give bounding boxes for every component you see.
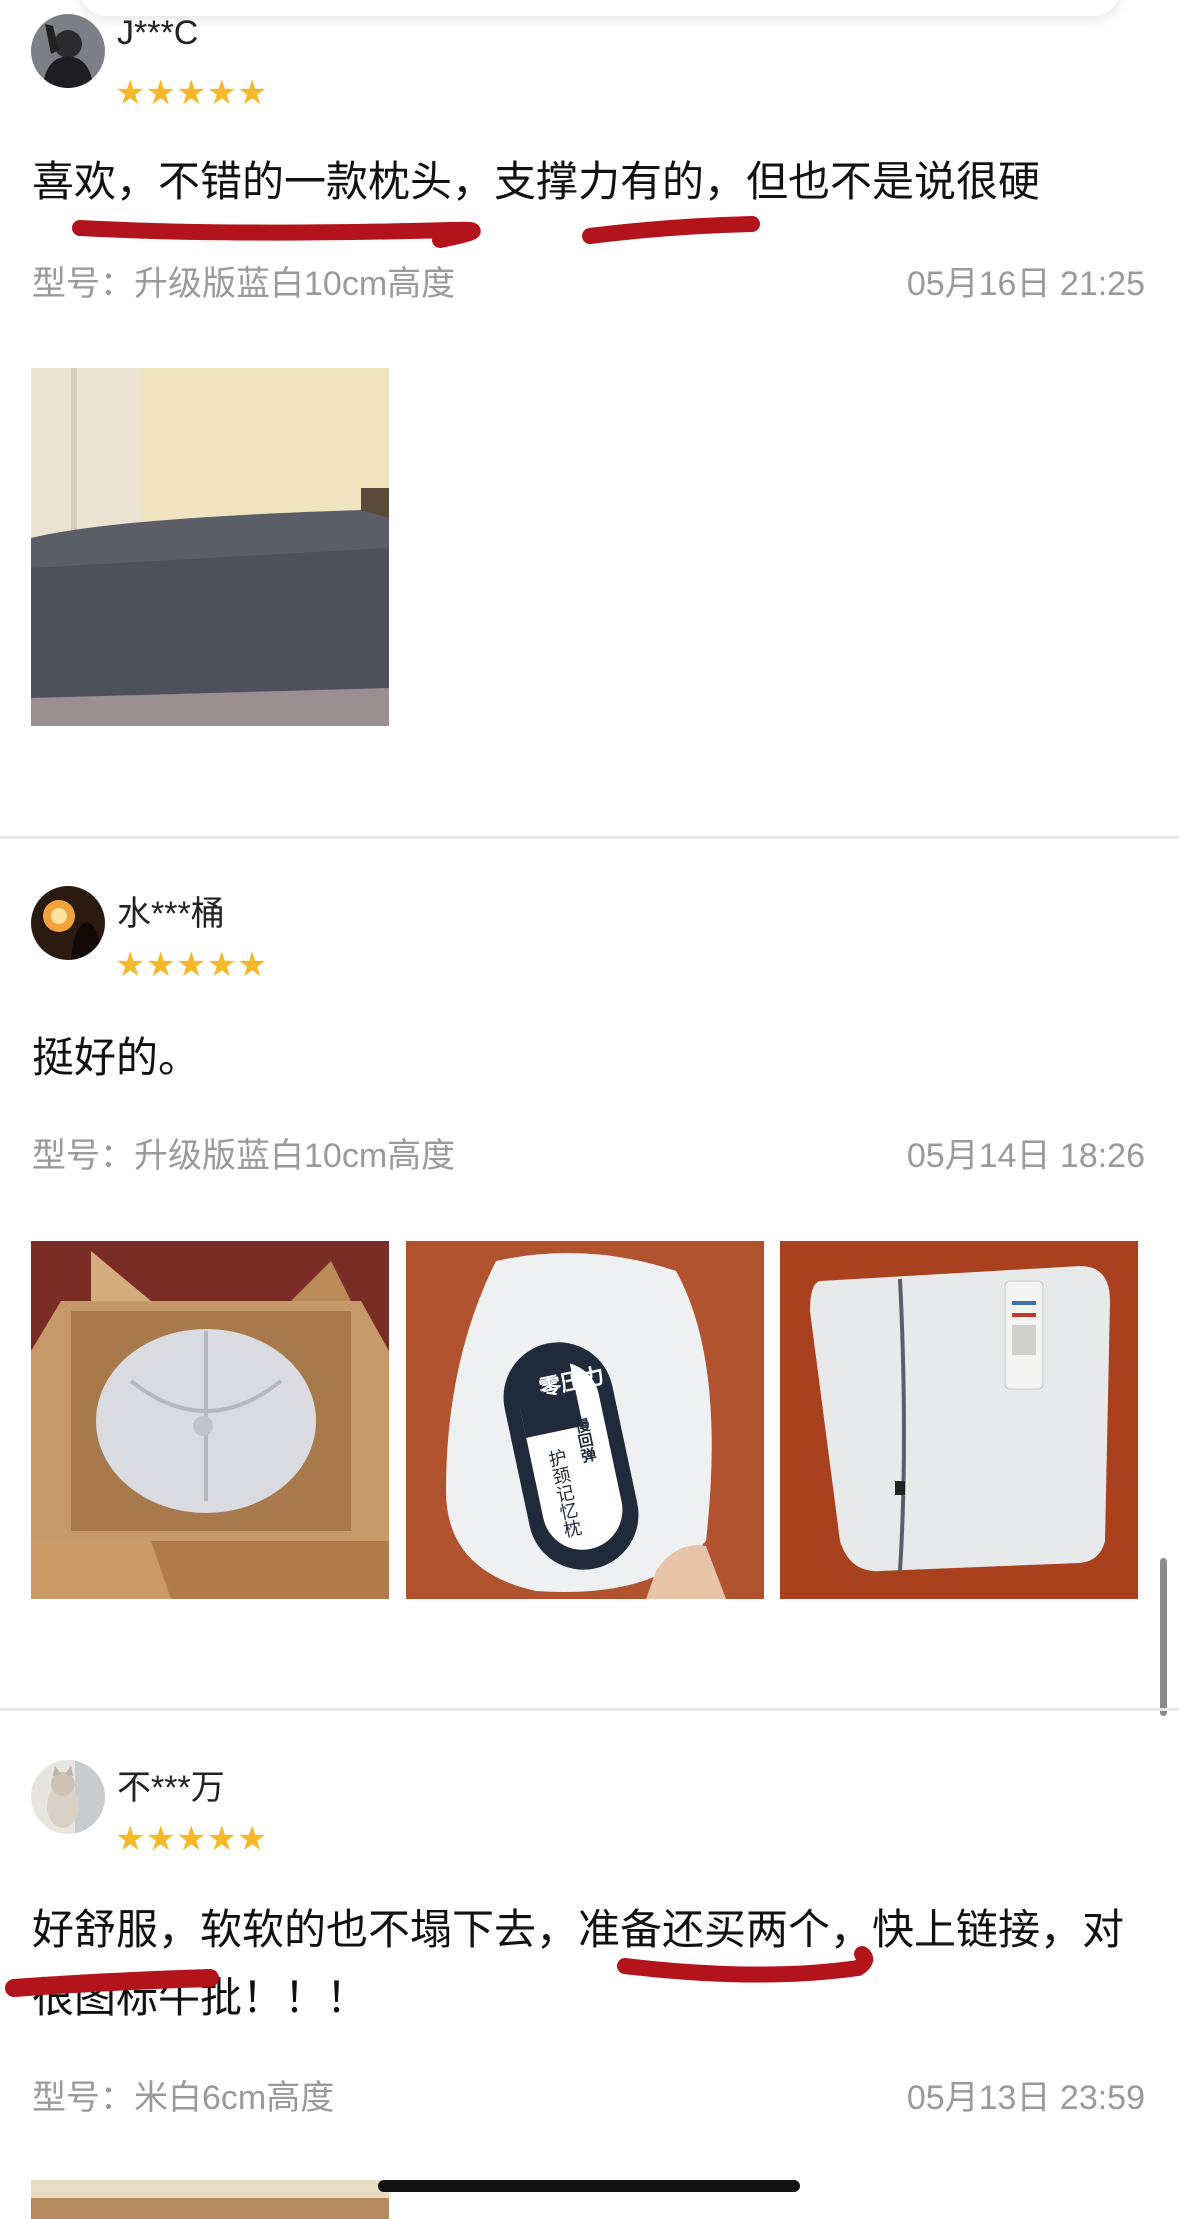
review-divider bbox=[0, 836, 1179, 839]
review-text: 挺好的。 bbox=[32, 1034, 201, 1081]
username: 水***桶 bbox=[117, 895, 225, 933]
review-date: 05月14日 18:26 bbox=[906, 1137, 1145, 1175]
star-icon: ★★★★★ bbox=[115, 1820, 268, 1858]
star-rating: ★★★★★ bbox=[115, 1822, 267, 1856]
review-divider bbox=[0, 1708, 1179, 1711]
review-date: 05月16日 21:25 bbox=[906, 265, 1145, 303]
star-rating: ★★★★★ bbox=[115, 948, 267, 982]
review-photo[interactable] bbox=[780, 1241, 1138, 1599]
review-photo[interactable] bbox=[31, 368, 389, 726]
review-date: 05月13日 23:59 bbox=[906, 2079, 1145, 2117]
avatar[interactable] bbox=[31, 14, 105, 88]
star-rating: ★★★★★ bbox=[115, 76, 267, 110]
review-text: 好舒服，软软的也不塌下去，准备还买两个，快上链接，对很图标牛批！！！ bbox=[32, 1906, 1125, 2021]
product-variant: 型号：升级版蓝白10cm高度 bbox=[32, 265, 456, 303]
avatar[interactable] bbox=[31, 1760, 105, 1834]
review-text: 喜欢，不错的一款枕头，支撑力有的，但也不是说很硬 bbox=[32, 158, 1041, 205]
review-photo[interactable] bbox=[31, 1241, 389, 1599]
review-photo[interactable]: 零压力 慢回弹 护颈记忆枕 bbox=[406, 1241, 764, 1599]
star-icon: ★★★★★ bbox=[115, 946, 268, 984]
scrollbar[interactable] bbox=[1160, 1558, 1167, 1716]
username: J***C bbox=[117, 14, 199, 52]
review-photo[interactable] bbox=[31, 2180, 389, 2219]
product-variant: 型号：米白6cm高度 bbox=[32, 2079, 335, 2117]
star-icon: ★★★★★ bbox=[115, 74, 268, 112]
product-variant: 型号：升级版蓝白10cm高度 bbox=[32, 1137, 456, 1175]
avatar[interactable] bbox=[31, 886, 105, 960]
top-sheet-edge bbox=[80, 0, 1120, 16]
username: 不***万 bbox=[117, 1769, 225, 1807]
home-indicator[interactable] bbox=[378, 2180, 800, 2192]
